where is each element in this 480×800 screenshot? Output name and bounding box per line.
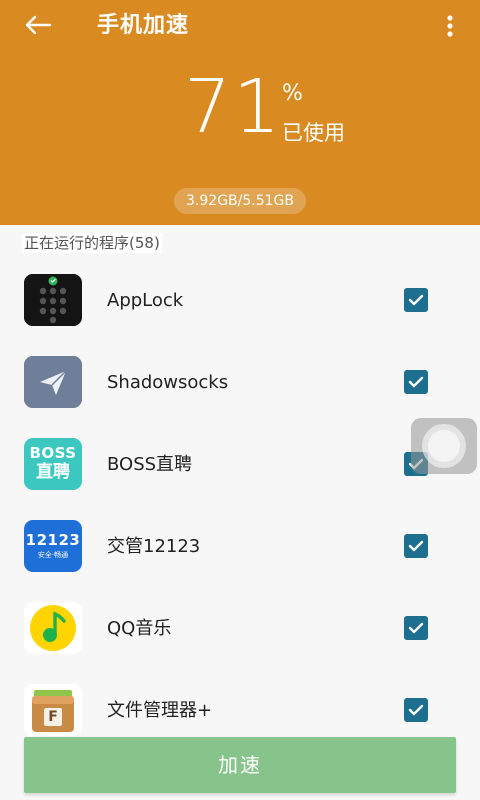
app-checkbox[interactable] bbox=[404, 698, 428, 722]
app-name: QQ音乐 bbox=[107, 618, 172, 639]
app-name: 交管12123 bbox=[107, 536, 201, 557]
memory-usage-badge: 3.92GB/5.51GB bbox=[174, 188, 306, 214]
arrow-left-icon bbox=[24, 15, 52, 39]
app-name: 文件管理器+ bbox=[107, 700, 213, 721]
app-row-shadowsocks[interactable]: Shadowsocks bbox=[0, 344, 480, 426]
percent-sign: % bbox=[282, 81, 303, 106]
app-row-jiaoguan-12123[interactable]: 12123 安全·畅通 交管12123 bbox=[0, 508, 480, 590]
app-row-applock[interactable]: AppLock bbox=[0, 262, 480, 344]
app-row-boss-zhipin[interactable]: BOSS 直聘 BOSS直聘 bbox=[0, 426, 480, 508]
applock-icon bbox=[24, 274, 82, 326]
floating-ball-icon bbox=[422, 424, 466, 468]
jiaoguan-icon-text-top: 12123 bbox=[25, 531, 81, 549]
more-vertical-icon bbox=[447, 15, 453, 41]
running-apps-list: 正在运行的程序(58) AppLock Shadowsocks BOSS 直聘 … bbox=[0, 225, 480, 800]
boss-icon-text-bottom: 直聘 bbox=[36, 462, 70, 482]
boss-icon-text-top: BOSS bbox=[29, 444, 77, 462]
qq-music-icon bbox=[24, 602, 82, 654]
app-checkbox[interactable] bbox=[404, 288, 428, 312]
section-title: 正在运行的程序(58) bbox=[22, 233, 162, 253]
file-manager-icon-letter: F bbox=[48, 709, 58, 725]
accelerate-button[interactable]: 加速 bbox=[24, 737, 456, 793]
file-manager-icon: F bbox=[24, 684, 82, 736]
header-bar: 手机加速 71 % 已使用 3.92GB/5.51GB bbox=[0, 0, 480, 225]
memory-used-label: 已使用 bbox=[282, 121, 345, 145]
floating-ball-button[interactable] bbox=[411, 418, 477, 474]
jiaoguan-icon-text-bottom: 安全·畅通 bbox=[37, 551, 69, 559]
page-title: 手机加速 bbox=[97, 13, 190, 38]
jiaoguan-12123-icon: 12123 安全·畅通 bbox=[24, 520, 82, 572]
app-name: Shadowsocks bbox=[107, 372, 229, 393]
memory-percent-value: 71 bbox=[184, 64, 283, 150]
app-checkbox[interactable] bbox=[404, 370, 428, 394]
app-checkbox[interactable] bbox=[404, 616, 428, 640]
shadowsocks-icon bbox=[24, 356, 82, 408]
boss-zhipin-icon: BOSS 直聘 bbox=[24, 438, 82, 490]
app-row-qq-music[interactable]: QQ音乐 bbox=[0, 590, 480, 672]
more-options-button[interactable] bbox=[436, 12, 464, 44]
app-name: BOSS直聘 bbox=[107, 454, 193, 475]
app-name: AppLock bbox=[107, 290, 184, 311]
app-checkbox[interactable] bbox=[404, 534, 428, 558]
back-button[interactable] bbox=[18, 10, 58, 44]
